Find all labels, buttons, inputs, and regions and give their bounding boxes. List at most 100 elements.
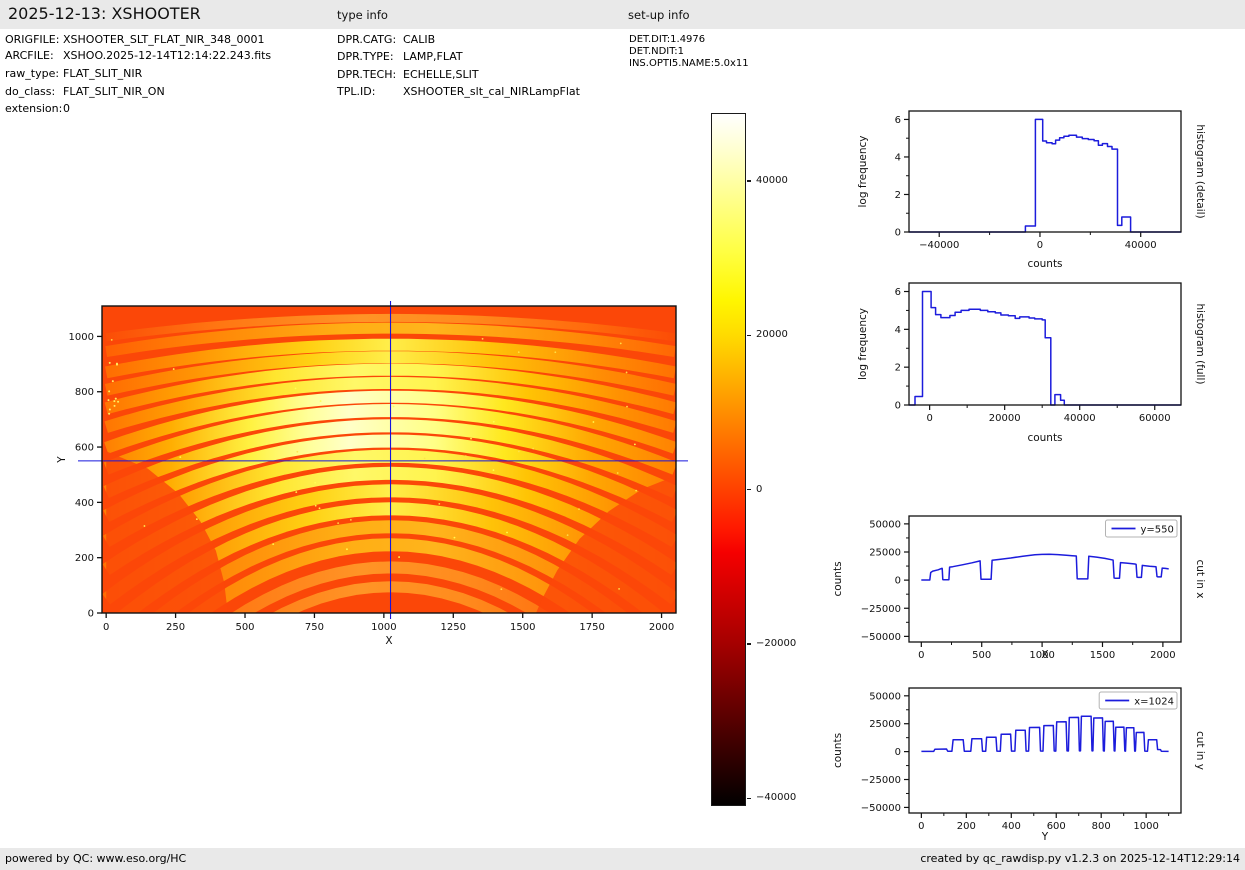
svg-text:50000: 50000 (869, 519, 901, 530)
footer-right-text: created by qc_rawdisp.py v1.2.3 on 2025-… (920, 852, 1240, 865)
colorbar-gradient (711, 113, 746, 806)
svg-text:y=550: y=550 (1141, 525, 1174, 536)
svg-text:−50000: −50000 (861, 632, 901, 643)
field-value: 0 (63, 102, 70, 115)
footer-left-text: powered by QC: www.eso.org/HC (5, 852, 186, 865)
file-info-row: extension:0 (5, 102, 70, 115)
file-info-row: ORIGFILE:XSHOOTER_SLT_FLAT_NIR_348_0001 (5, 33, 264, 46)
svg-text:20000: 20000 (989, 413, 1021, 424)
svg-text:40000: 40000 (1125, 240, 1157, 251)
svg-text:6: 6 (895, 287, 901, 298)
type-info-heading: type info (337, 8, 388, 22)
svg-text:histogram (full): histogram (full) (1194, 304, 1206, 385)
svg-text:cut in x: cut in x (1194, 559, 1206, 598)
svg-text:0: 0 (895, 747, 901, 758)
svg-text:200: 200 (957, 821, 976, 832)
colorbar-tick (747, 335, 751, 336)
svg-text:500: 500 (235, 622, 254, 633)
svg-text:6: 6 (895, 115, 901, 126)
svg-text:counts: counts (832, 561, 844, 596)
setup-info-row: DET.NDIT:1 (629, 46, 684, 57)
field-label: extension: (5, 102, 63, 115)
file-info-row: raw_type:FLAT_SLIT_NIR (5, 67, 142, 80)
colorbar-tick-label: −40000 (756, 792, 796, 803)
svg-text:0: 0 (895, 228, 901, 239)
svg-text:−25000: −25000 (861, 604, 901, 615)
svg-text:1000: 1000 (371, 622, 396, 633)
svg-text:4: 4 (895, 152, 901, 163)
svg-text:750: 750 (305, 622, 324, 633)
svg-text:2: 2 (895, 190, 901, 201)
svg-text:log frequency: log frequency (857, 135, 869, 207)
svg-text:500: 500 (972, 650, 991, 661)
svg-text:−25000: −25000 (861, 775, 901, 786)
colorbar-tick (747, 180, 751, 181)
field-label: DPR.TECH: (337, 68, 403, 81)
svg-text:1750: 1750 (579, 622, 604, 633)
type-info-row: DPR.TECH:ECHELLE,SLIT (337, 68, 479, 81)
field-value: 1.4976 (670, 34, 705, 45)
svg-text:0: 0 (895, 576, 901, 587)
svg-text:2: 2 (895, 363, 901, 374)
svg-text:−40000: −40000 (919, 240, 959, 251)
svg-text:0: 0 (895, 401, 901, 412)
svg-text:0: 0 (1037, 240, 1043, 251)
svg-text:400: 400 (75, 498, 94, 509)
svg-text:50000: 50000 (869, 691, 901, 702)
svg-text:2000: 2000 (649, 622, 674, 633)
svg-text:0: 0 (918, 650, 924, 661)
field-label: TPL.ID: (337, 85, 403, 98)
field-value: FLAT_SLIT_NIR_ON (63, 85, 165, 98)
svg-text:counts: counts (832, 733, 844, 768)
svg-text:800: 800 (75, 387, 94, 398)
svg-text:2000: 2000 (1150, 650, 1175, 661)
field-label: INS.OPTI5.NAME: (629, 58, 714, 69)
colorbar: 40000200000−20000−40000 (711, 113, 746, 806)
field-label: raw_type: (5, 67, 63, 80)
svg-text:histogram (detail): histogram (detail) (1194, 124, 1206, 218)
setup-info-row: DET.DIT:1.4976 (629, 34, 705, 45)
field-value: LAMP,FLAT (403, 50, 463, 63)
field-label: DET.NDIT: (629, 46, 678, 57)
svg-text:25000: 25000 (869, 548, 901, 559)
field-label: DPR.CATG: (337, 33, 403, 46)
field-label: DPR.TYPE: (337, 50, 403, 63)
setup-info-heading: set-up info (628, 8, 690, 22)
page-title: 2025-12-13: XSHOOTER (8, 4, 201, 23)
field-value: 1 (678, 46, 684, 57)
file-info-row: ARCFILE:XSHOO.2025-12-14T12:14:22.243.fi… (5, 49, 271, 62)
svg-text:counts: counts (1027, 258, 1062, 270)
colorbar-tick (747, 643, 751, 644)
colorbar-tick-label: 40000 (756, 175, 788, 186)
svg-text:4: 4 (895, 325, 901, 336)
svg-text:250: 250 (166, 622, 185, 633)
svg-text:−50000: −50000 (861, 803, 901, 814)
svg-text:1500: 1500 (510, 622, 535, 633)
svg-text:Y: Y (1041, 831, 1049, 843)
colorbar-tick-label: 20000 (756, 329, 788, 340)
field-value: CALIB (403, 33, 435, 46)
type-info-row: DPR.CATG:CALIB (337, 33, 435, 46)
file-info-row: do_class:FLAT_SLIT_NIR_ON (5, 85, 165, 98)
type-info-row: DPR.TYPE:LAMP,FLAT (337, 50, 463, 63)
field-label: DET.DIT: (629, 34, 670, 45)
svg-text:0: 0 (88, 609, 94, 620)
svg-text:600: 600 (75, 443, 94, 454)
cut-in-y-plot: 0200400600800100050000250000−25000−50000… (830, 672, 1245, 848)
svg-text:60000: 60000 (1139, 413, 1171, 424)
svg-text:40000: 40000 (1064, 413, 1096, 424)
svg-text:x=1024: x=1024 (1134, 697, 1174, 708)
colorbar-tick-label: −20000 (756, 638, 796, 649)
histogram-detail-plot: −40000 0 40000 0 2 4 6 counts log frequency histo… (830, 95, 1245, 280)
svg-text:X: X (1041, 649, 1048, 661)
svg-text:0: 0 (103, 622, 109, 633)
svg-text:cut in y: cut in y (1194, 731, 1206, 770)
svg-text:800: 800 (1092, 821, 1111, 832)
flat-field-image-plot: 0250500750100012501500175020000200400600… (40, 290, 750, 675)
type-info-row: TPL.ID:XSHOOTER_slt_cal_NIRLampFlat (337, 85, 580, 98)
svg-text:counts: counts (1027, 432, 1062, 444)
histogram-full-plot: 02000040000600000246countslog frequencyh… (830, 275, 1245, 465)
svg-text:600: 600 (1047, 821, 1066, 832)
field-value: XSHOOTER_SLT_FLAT_NIR_348_0001 (63, 33, 264, 46)
cut-in-x-plot: 050010001500200050000250000−25000−50000X… (830, 500, 1245, 670)
